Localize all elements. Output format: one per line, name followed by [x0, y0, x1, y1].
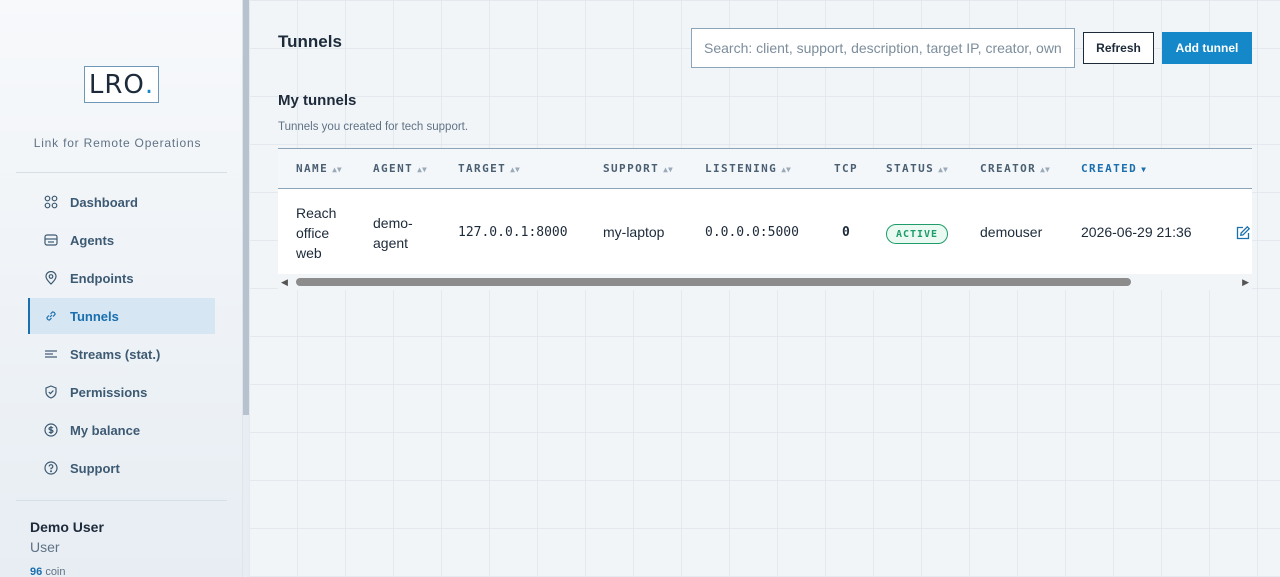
column-header-status[interactable]: STATUS ▲▼ — [886, 162, 948, 175]
tunnels-table: NAME ▲▼ AGENT ▲▼ TARGET ▲▼ SUPPORT ▲▼ LISTEN… — [278, 148, 1252, 274]
add-tunnel-button[interactable]: Add tunnel — [1162, 32, 1252, 64]
sidebar-item-label: Support — [70, 460, 120, 476]
cell-listening: 0.0.0.0:5000 — [705, 225, 799, 240]
sidebar-item-endpoints[interactable]: Endpoints — [28, 260, 215, 296]
sidebar-divider — [16, 500, 227, 501]
dollar-icon — [44, 423, 58, 437]
app-tagline: Link for Remote Operations — [33, 136, 202, 150]
scrollbar-thumb[interactable] — [296, 278, 1131, 286]
column-label: LISTENING — [705, 162, 778, 175]
cell-agent-line: agent — [373, 235, 409, 251]
column-label: CREATOR — [980, 162, 1037, 175]
sort-icon: ▲▼ — [510, 165, 520, 174]
sort-icon: ▲▼ — [938, 165, 948, 174]
sidebar-item-balance[interactable]: My balance — [28, 412, 215, 448]
sidebar-item-label: Permissions — [70, 384, 148, 400]
column-label: STATUS — [886, 162, 935, 175]
user-balance: 96 coin — [30, 566, 66, 577]
sidebar-item-streams[interactable]: Streams (stat.) — [28, 336, 215, 372]
agents-icon — [44, 234, 58, 246]
cell-support: my-laptop — [603, 224, 665, 240]
shield-icon — [45, 385, 57, 399]
sidebar: LRO. Link for Remote Operations Dashboar… — [0, 0, 243, 577]
column-label: AGENT — [373, 162, 414, 175]
column-label: CREATED — [1081, 162, 1138, 175]
table-header: NAME ▲▼ AGENT ▲▼ TARGET ▲▼ SUPPORT ▲▼ LISTEN… — [278, 149, 1252, 189]
sidebar-item-label: Agents — [70, 232, 115, 248]
cell-name: Reach office web — [296, 203, 336, 263]
refresh-button[interactable]: Refresh — [1083, 32, 1154, 64]
section-subtitle: Tunnels you created for tech support. — [278, 121, 469, 133]
edit-icon[interactable] — [1235, 225, 1251, 241]
cell-name-line: web — [296, 245, 322, 261]
column-header-target[interactable]: TARGET ▲▼ — [458, 162, 520, 175]
cell-target: 127.0.0.1:8000 — [458, 225, 568, 240]
cell-name-line: Reach — [296, 205, 337, 221]
column-header-support[interactable]: SUPPORT ▲▼ — [603, 162, 673, 175]
cell-name-line: office — [296, 225, 330, 241]
cell-creator: demouser — [980, 224, 1043, 240]
sort-icon: ▲▼ — [663, 165, 673, 174]
column-label: NAME — [296, 162, 329, 175]
scroll-left-icon[interactable]: ◀ — [281, 277, 288, 288]
sidebar-item-label: Streams (stat.) — [70, 346, 161, 362]
app-logo[interactable]: LRO. — [84, 66, 159, 103]
cell-agent-line: demo- — [373, 215, 413, 231]
link-icon — [46, 311, 56, 321]
column-header-listening[interactable]: LISTENING ▲▼ — [705, 162, 791, 175]
column-header-creator[interactable]: CREATOR ▲▼ — [980, 162, 1050, 175]
column-label: TARGET — [458, 162, 507, 175]
dashboard-icon — [44, 195, 58, 209]
sort-icon: ▲▼ — [417, 165, 427, 174]
sidebar-item-agents[interactable]: Agents — [28, 222, 215, 258]
help-icon — [44, 461, 58, 475]
table-horizontal-scrollbar[interactable]: ◀ ▶ — [278, 274, 1252, 290]
sort-icon: ▲▼ — [332, 165, 342, 174]
sidebar-item-permissions[interactable]: Permissions — [28, 374, 215, 410]
map-pin-icon — [45, 271, 57, 285]
sidebar-nav: Dashboard Agents Endpoints Tunnels Strea… — [28, 184, 215, 488]
sort-icon: ▲▼ — [781, 165, 791, 174]
user-role: User — [30, 539, 60, 555]
sidebar-item-label: My balance — [70, 422, 141, 438]
page-title: Tunnels — [278, 32, 342, 51]
streams-icon — [45, 350, 57, 358]
column-label: TCP — [834, 162, 859, 175]
column-header-tcp[interactable]: TCP — [834, 162, 858, 175]
sidebar-item-dashboard[interactable]: Dashboard — [28, 184, 215, 220]
main-content: Tunnels Refresh Add tunnel My tunnels Tu… — [249, 0, 1280, 577]
sidebar-item-label: Endpoints — [70, 270, 134, 286]
sidebar-item-label: Tunnels — [70, 308, 119, 324]
cell-agent: demo- agent — [373, 213, 413, 253]
logo-text: LRO — [88, 69, 145, 100]
sidebar-divider — [16, 172, 227, 173]
column-header-agent[interactable]: AGENT ▲▼ — [373, 162, 427, 175]
sort-desc-icon: ▼ — [1141, 165, 1146, 174]
sidebar-item-support[interactable]: Support — [28, 450, 215, 486]
user-name: Demo User — [30, 519, 104, 535]
logo-dot: . — [144, 69, 155, 100]
balance-value: 96 — [30, 566, 43, 577]
cell-tcp: 0 — [842, 225, 850, 240]
search-input[interactable] — [691, 28, 1075, 68]
sort-icon: ▲▼ — [1040, 165, 1050, 174]
cell-created: 2026-06-29 21:36 — [1081, 224, 1192, 240]
column-header-name[interactable]: NAME ▲▼ — [296, 162, 342, 175]
sidebar-item-label: Dashboard — [70, 194, 138, 210]
column-label: SUPPORT — [603, 162, 660, 175]
balance-unit: coin — [45, 566, 66, 577]
scroll-right-icon[interactable]: ▶ — [1242, 277, 1249, 288]
column-header-created[interactable]: CREATED ▼ — [1081, 162, 1146, 175]
sidebar-item-tunnels[interactable]: Tunnels — [28, 298, 215, 334]
section-title: My tunnels — [278, 92, 357, 109]
status-badge: ACTIVE — [886, 224, 948, 244]
